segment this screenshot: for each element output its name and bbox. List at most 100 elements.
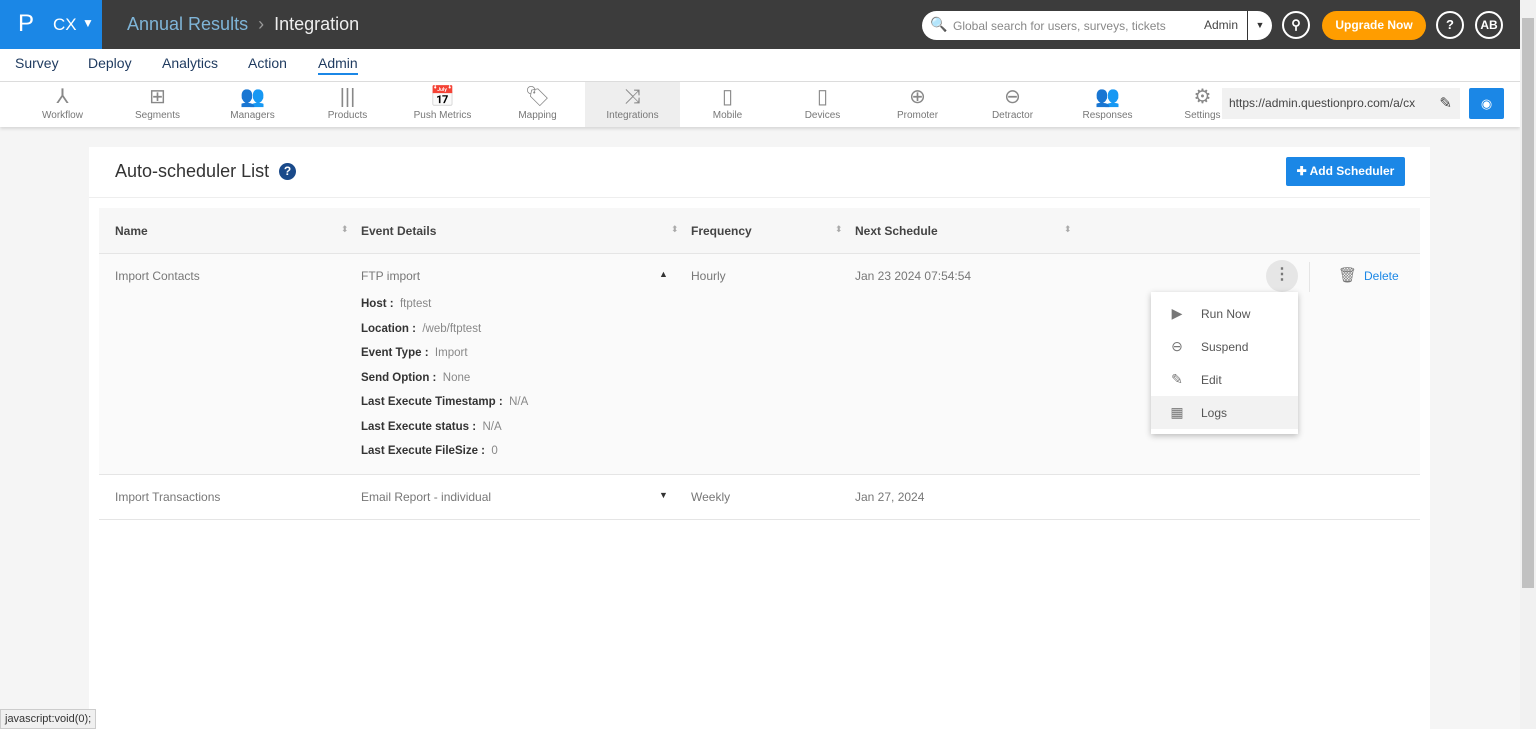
- barcode-icon: |||: [339, 86, 356, 108]
- menu-item-edit[interactable]: ✎ Edit: [1151, 363, 1298, 396]
- detail-value: /web/ftptest: [422, 322, 482, 335]
- sort-icon[interactable]: ⬍: [1064, 224, 1072, 235]
- column-name[interactable]: Name: [115, 224, 148, 238]
- managers-icon: 👥: [240, 86, 265, 108]
- logo: P: [18, 10, 35, 37]
- search-icon: 🔍: [930, 16, 948, 32]
- subnav-label: Managers: [230, 110, 275, 121]
- url-field[interactable]: https://admin.questionpro.com/a/cx ✎: [1222, 88, 1460, 119]
- status-bar: javascript:void(0);: [0, 709, 97, 729]
- grid-icon: ▦: [1170, 404, 1184, 420]
- row-name: Import Contacts: [115, 269, 200, 283]
- expand-caret-icon[interactable]: ▼: [659, 490, 668, 500]
- sort-icon[interactable]: ⬍: [671, 224, 679, 235]
- breadcrumb: Annual Results › Integration: [127, 14, 359, 35]
- search-button[interactable]: ⚲: [1282, 11, 1310, 39]
- column-frequency[interactable]: Frequency: [691, 224, 752, 238]
- row-name: Import Transactions: [115, 490, 221, 504]
- search-scope[interactable]: Admin: [1204, 18, 1238, 32]
- tag-icon: 🏷: [524, 86, 551, 108]
- segments-icon: ⊞: [149, 86, 166, 108]
- delete-link[interactable]: Delete: [1364, 269, 1399, 283]
- detail-line: Location : /web/ftptest: [361, 323, 481, 335]
- menu-label: Run Now: [1201, 307, 1251, 321]
- avatar[interactable]: AB: [1475, 11, 1503, 39]
- subnav-item-workflow[interactable]: ⅄ Workflow: [15, 82, 110, 127]
- add-scheduler-button[interactable]: ✚ Add Scheduler: [1286, 157, 1405, 186]
- workflow-icon: ⅄: [56, 86, 69, 108]
- column-event-details[interactable]: Event Details: [361, 224, 436, 238]
- subnav-item-integrations[interactable]: ⤨ Integrations: [585, 82, 680, 127]
- subnav-label: Push Metrics: [413, 110, 472, 121]
- detail-line: Last Execute FileSize : 0: [361, 445, 498, 457]
- url-text: https://admin.questionpro.com/a/cx: [1229, 96, 1416, 110]
- column-next-schedule[interactable]: Next Schedule: [855, 224, 938, 238]
- subnav-item-detractor[interactable]: ⊖ Detractor: [965, 82, 1060, 127]
- trash-icon[interactable]: 🗑: [1338, 266, 1357, 284]
- nav-action[interactable]: Action: [248, 55, 287, 71]
- plus-icon: ✚: [1296, 164, 1310, 178]
- detail-key: Host :: [361, 298, 394, 310]
- caret-down-icon: ▼: [82, 16, 94, 30]
- subnav-item-push-metrics[interactable]: 📅 Push Metrics: [395, 82, 490, 127]
- global-search[interactable]: 🔍 Global search for users, surveys, tick…: [922, 11, 1272, 40]
- nav-analytics[interactable]: Analytics: [162, 55, 218, 71]
- upgrade-button[interactable]: Upgrade Now: [1322, 11, 1426, 40]
- menu-item-logs[interactable]: ▦ Logs: [1151, 396, 1298, 429]
- detail-line: Last Execute status : N/A: [361, 421, 502, 433]
- subnav-item-responses[interactable]: 👥 Responses: [1060, 82, 1155, 127]
- row-event: FTP import: [361, 269, 421, 283]
- detail-line: Send Option : None: [361, 372, 470, 384]
- chevron-right-icon: ›: [258, 14, 265, 34]
- subnav-item-promoter[interactable]: ⊕ Promoter: [870, 82, 965, 127]
- subnav-label: Mobile: [712, 110, 743, 121]
- search-input[interactable]: Global search for users, surveys, ticket…: [953, 19, 1166, 33]
- menu-label: Edit: [1201, 373, 1222, 387]
- row-frequency: Hourly: [691, 269, 726, 283]
- nav-admin[interactable]: Admin: [318, 55, 358, 75]
- subnav-item-devices[interactable]: ▯ Devices: [775, 82, 870, 127]
- help-icon[interactable]: ?: [279, 163, 296, 180]
- main-nav: Survey Deploy Analytics Action Admin: [0, 49, 1520, 82]
- subnav-item-mapping[interactable]: 🏷 Mapping: [490, 82, 585, 127]
- menu-item-run-now[interactable]: ▶ Run Now: [1151, 297, 1298, 330]
- subnav-item-mobile[interactable]: ▯ Mobile: [680, 82, 775, 127]
- play-icon: ▶: [1171, 305, 1183, 321]
- preview-button[interactable]: ◉: [1469, 88, 1504, 119]
- subnav-item-segments[interactable]: ⊞ Segments: [110, 82, 205, 127]
- detail-value: 0: [491, 445, 498, 457]
- scrollbar-thumb[interactable]: [1522, 18, 1534, 588]
- row-actions-menu: ▶ Run Now ⊖ Suspend ✎ Edit ▦ Logs: [1151, 292, 1298, 434]
- sort-icon[interactable]: ⬍: [341, 224, 349, 235]
- subnav-label: Mapping: [518, 110, 557, 121]
- row-next-schedule: Jan 23 2024 07:54:54: [855, 269, 972, 283]
- more-options-button[interactable]: ⋮: [1266, 260, 1298, 292]
- add-scheduler-label: Add Scheduler: [1309, 164, 1395, 178]
- row-frequency: Weekly: [691, 490, 731, 504]
- sort-icon[interactable]: ⬍: [835, 224, 843, 235]
- nav-survey[interactable]: Survey: [15, 55, 59, 71]
- collapse-caret-icon[interactable]: ▲: [659, 269, 668, 279]
- plus-bubble-icon: ⊕: [909, 86, 926, 108]
- breadcrumb-parent[interactable]: Annual Results: [127, 14, 248, 34]
- mobile-icon: ▯: [721, 86, 733, 108]
- page-title: Auto-scheduler List: [115, 161, 270, 181]
- help-button[interactable]: ?: [1436, 11, 1464, 39]
- menu-item-suspend[interactable]: ⊖ Suspend: [1151, 330, 1298, 363]
- pencil-icon: ✎: [1171, 371, 1183, 387]
- nav-deploy[interactable]: Deploy: [88, 55, 132, 71]
- detail-value: None: [442, 371, 471, 384]
- detail-line: Event Type : Import: [361, 347, 468, 359]
- detail-value: N/A: [509, 396, 529, 408]
- subnav-item-products[interactable]: ||| Products: [300, 82, 395, 127]
- scope-dropdown-icon[interactable]: ▼: [1247, 11, 1272, 40]
- pencil-icon[interactable]: ✎: [1439, 94, 1452, 112]
- responses-icon: 👥: [1095, 86, 1120, 108]
- device-icon: ▯: [816, 86, 828, 108]
- detail-key: Send Option :: [361, 371, 437, 384]
- calendar-clock-icon: 📅: [430, 86, 455, 108]
- product-switcher[interactable]: P CX ▼: [0, 0, 102, 49]
- row-event: Email Report - individual: [361, 490, 492, 504]
- subnav-label: Promoter: [896, 110, 939, 121]
- subnav-item-managers[interactable]: 👥 Managers: [205, 82, 300, 127]
